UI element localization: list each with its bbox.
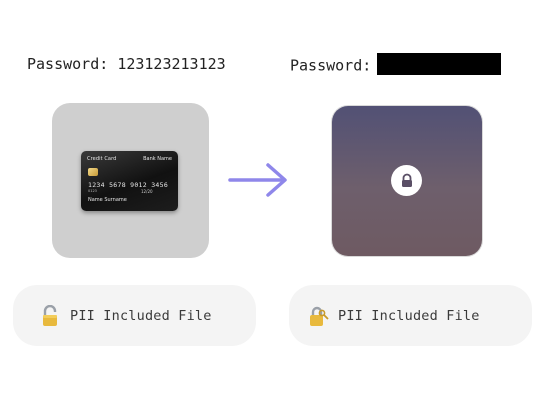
password-label: Password: <box>290 56 372 75</box>
card-number: 1234 5678 9012 3456 <box>88 181 169 189</box>
file-label: PII Included File <box>70 307 212 324</box>
locked-padlock-icon <box>306 304 330 328</box>
file-item-unprotected[interactable]: PII Included File <box>13 285 256 346</box>
file-label: PII Included File <box>338 307 480 324</box>
open-padlock-icon <box>38 304 62 328</box>
file-item-protected[interactable]: PII Included File <box>289 285 532 346</box>
redaction-bar <box>377 53 502 75</box>
card-chip <box>88 168 98 176</box>
lock-icon <box>401 173 412 187</box>
card-expiry: 12/20 <box>141 189 153 194</box>
card-small-code: 0123 <box>88 189 97 193</box>
original-file-tile: Credit Card Bank Name 1234 5678 9012 345… <box>52 103 209 258</box>
lock-badge <box>391 165 422 196</box>
arrow-right-icon <box>228 163 287 197</box>
card-holder: Name Surname <box>88 197 127 203</box>
password-redacted: Password: <box>290 53 502 77</box>
card-bank: Bank Name <box>143 156 172 162</box>
password-value: 123123213123 <box>117 55 226 73</box>
password-label: Password: <box>27 55 109 73</box>
credit-card-image: Credit Card Bank Name 1234 5678 9012 345… <box>81 151 178 211</box>
password-plain: Password: 123123213123 <box>27 55 226 73</box>
card-title: Credit Card <box>87 156 117 162</box>
encrypted-file-tile <box>332 106 482 256</box>
